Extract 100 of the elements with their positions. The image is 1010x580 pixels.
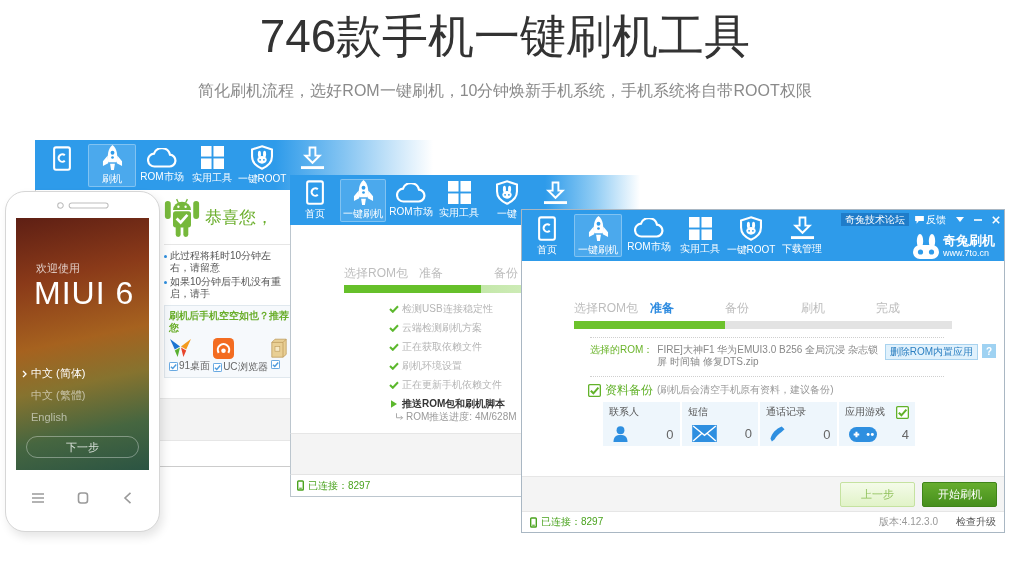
task-text: 正在更新手机依赖文件 [402,377,502,392]
rocket-icon [587,215,609,241]
item-count: 0 [744,426,752,441]
download-icon [299,146,325,170]
language-option[interactable]: 中文 (简体) [22,367,86,380]
shield-icon [496,180,518,205]
category-label: 短信 [687,406,708,418]
phone-icon [530,516,537,528]
home-key-icon[interactable] [75,492,90,504]
toolbar-tab[interactable]: 实用工具 [436,178,482,222]
tablet-icon [53,146,71,171]
toolbar-tab[interactable]: 一键ROOT [727,214,775,257]
toolbar-tab[interactable]: 一键ROOT [238,143,286,187]
checkbox[interactable] [213,362,223,372]
tablet-icon [306,180,324,205]
gamepad-icon [848,427,877,442]
category-label: 应用游戏 [844,406,885,418]
step-label: 选择ROM包 [574,301,638,315]
task-text: 正在获取依赖文件 [402,339,482,354]
page-subtitle: 简化刷机流程，选好ROM一键刷机，10分钟焕新手机系统，手机系统将自带ROOT权限 [198,81,812,101]
update-link[interactable]: 检查升级 [956,515,996,529]
butterfly-icon [169,338,192,358]
envelope-icon [691,425,717,442]
rocket-icon [352,180,374,205]
item-count: 0 [823,426,831,442]
return-arrow-icon [395,412,404,421]
robot-check-icon [164,198,200,238]
app-name: 91桌面 [179,360,211,372]
rom-label: 选择的ROM： [590,344,654,356]
page-title: 746款手机一键刷机工具 [259,9,751,63]
task-text: 推送ROM包和刷机脚本 [402,396,506,411]
toolbar-tab[interactable]: 下载管理 [778,214,826,257]
toolbar-tab[interactable]: 首页 [292,178,338,222]
step-label: 完成 [876,301,901,315]
checkbox[interactable] [896,406,909,419]
phone-icon [297,480,304,491]
task-text: 云端检测刷机方案 [402,320,482,335]
category-card[interactable]: 联系人 0 [603,402,680,446]
menu-icon[interactable] [30,492,45,504]
checkbox[interactable] [588,383,601,397]
caret-icon [955,217,964,222]
checkbox[interactable] [169,361,178,371]
language-option[interactable]: 中文 (繁體) [22,389,86,402]
speaker-slot-icon [56,202,109,209]
success-heading: 恭喜您， [205,208,273,228]
tablet-icon [538,215,556,241]
grid-icon [447,181,471,204]
chevron-icon [22,369,27,378]
remove-apps-button[interactable]: 删除ROM内置应用 [884,344,978,360]
app-name: UC浏览器 [223,361,268,373]
welcome-text: 欢迎使用 [36,262,81,275]
category-label: 通话记录 [766,406,806,418]
note-text: 如果10分钟后手机没有重启，请手 [170,276,283,300]
step-label: 准备 [419,266,443,280]
feedback-button[interactable]: 反馈 [912,213,949,226]
back-button[interactable]: 上一步 [840,481,915,507]
toolbar-tab[interactable]: 一键刷机 [340,178,386,222]
version-text: 版本:4.12.3.0 [879,515,938,529]
category-label: 联系人 [609,406,639,418]
category-card[interactable]: 应用游戏 4 [838,402,915,446]
category-card[interactable]: 短信 0 [681,402,758,446]
download-icon [542,181,568,205]
toolbar-tab[interactable]: 实用工具 [676,214,724,257]
cloud-icon [147,147,177,168]
toolbar-tab[interactable]: ROM市场 [138,143,186,187]
step-label: 刷机 [800,301,825,315]
website-url: www.7to.cn [943,248,991,259]
step-label: 选择ROM包 [344,266,408,280]
step-label: 准备 [649,301,674,315]
toolbar-tab[interactable]: ROM市场 [388,178,434,222]
os-logo: MIUI 6 [34,275,136,311]
step-label: 备份 [494,266,518,280]
download-icon [789,216,815,240]
app-tile-icon [213,338,235,359]
connection-status: 已连接：8297 [541,515,604,529]
handset-icon [770,426,785,442]
toolbar-tab[interactable]: ROM市场 [625,214,673,257]
task-text: 检测USB连接稳定性 [402,301,493,316]
box-icon [270,338,287,358]
shield-icon [740,215,762,241]
toolbar-tab[interactable]: 实用工具 [188,143,236,187]
toolbar-tab[interactable]: 一键刷机 [574,214,622,257]
language-option[interactable]: English [22,411,68,424]
logo-name: 奇兔刷机 [943,233,995,248]
minimize-icon [973,218,982,221]
toolbar-tab[interactable]: 刷机 [88,143,136,187]
category-card[interactable]: 通话记录 0 [760,402,837,446]
forum-button[interactable]: 奇兔技术论坛 [841,213,909,226]
help-button[interactable]: ? [982,344,996,358]
shield-icon [251,145,273,170]
speech-bubble-icon [915,215,924,224]
backup-label: 资料备份 [605,383,653,397]
rocket-icon [101,145,123,170]
cloud-icon [634,218,664,238]
grid-icon [688,216,712,240]
recommend-title: 刷机后手机空空如也？推荐您 [169,310,290,334]
grid-icon [200,146,224,169]
start-button[interactable]: 开始刷机 [922,481,997,507]
checkbox[interactable] [270,360,280,369]
person-icon [613,426,628,442]
